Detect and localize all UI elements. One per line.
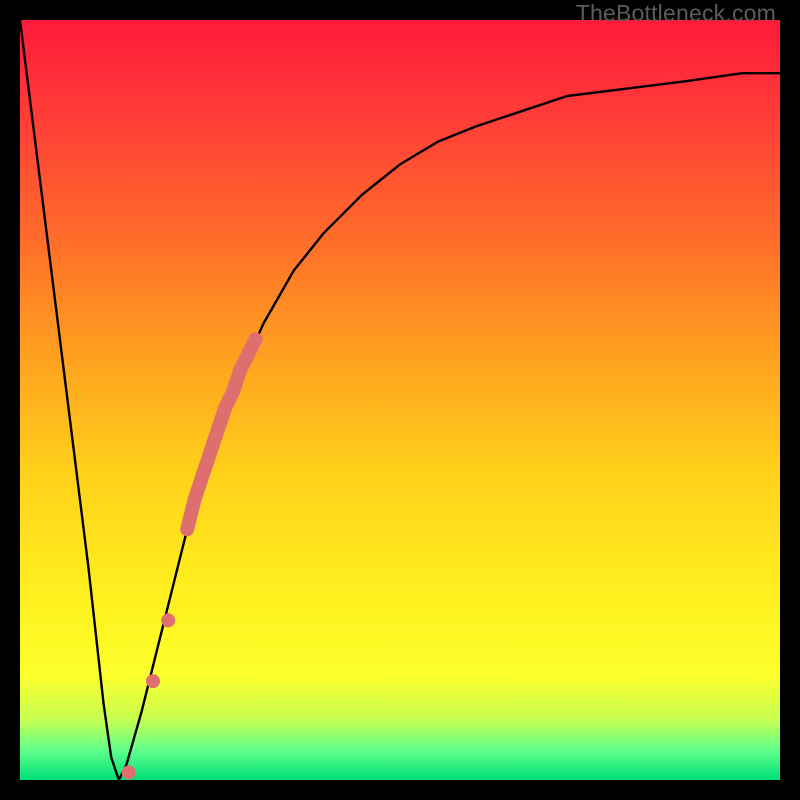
chart-svg (20, 20, 780, 780)
chart-frame: TheBottleneck.com (0, 0, 800, 800)
highlight-dot (161, 613, 175, 627)
bottleneck-curve (20, 20, 780, 780)
highlight-dot (122, 765, 136, 779)
watermark-label: TheBottleneck.com (576, 0, 776, 27)
highlight-segment (187, 339, 255, 529)
highlight-dot (146, 674, 160, 688)
plot-area (20, 20, 780, 780)
